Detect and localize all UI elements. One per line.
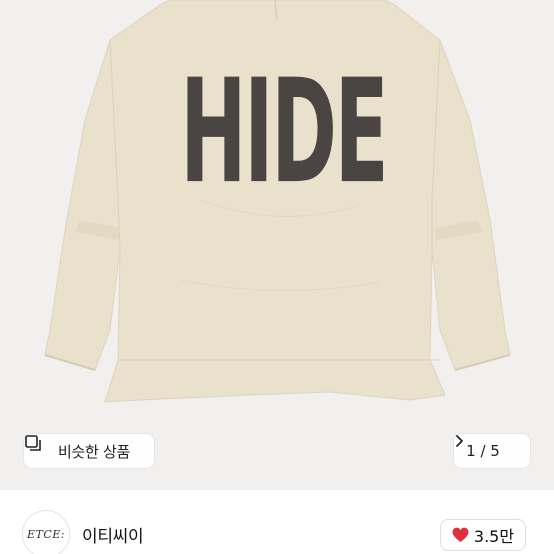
graphic-text: HIDE	[179, 49, 389, 216]
image-pager[interactable]: 1 / 5	[454, 434, 530, 468]
heart-icon	[452, 527, 469, 543]
pager-count: 1 / 5	[466, 442, 500, 460]
shirt-graphic-text: HIDE	[172, 48, 394, 218]
similar-items-icon	[25, 435, 52, 460]
chevron-right-icon	[456, 435, 518, 458]
like-count: 3.5만	[473, 527, 515, 546]
seller-avatar[interactable]: ETCE:	[22, 510, 70, 554]
similar-products-label: 비슷한 상품	[58, 442, 130, 461]
similar-products-button[interactable]: 비슷한 상품	[24, 434, 154, 468]
avatar-logo-text: ETCE:	[26, 527, 66, 541]
seller-name[interactable]: 이티씨이	[82, 522, 144, 547]
like-button[interactable]: 3.5만	[440, 519, 526, 551]
product-image[interactable]: HIDE 비슷한 상품 1 / 5	[0, 0, 554, 490]
